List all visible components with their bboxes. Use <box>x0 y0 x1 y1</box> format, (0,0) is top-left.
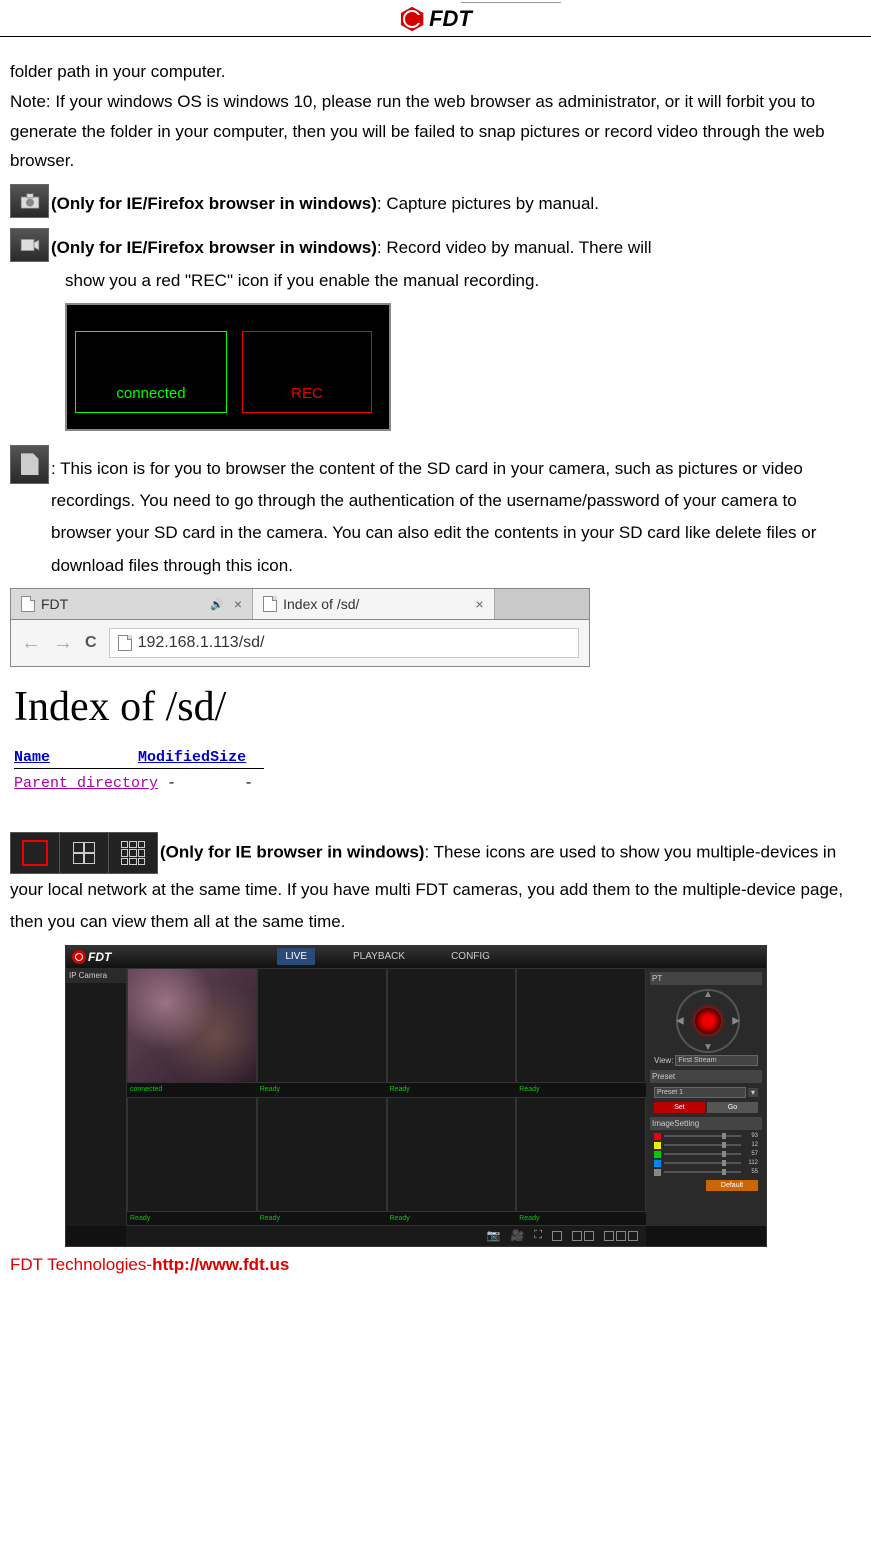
stream-select[interactable]: First Stream <box>675 1055 758 1066</box>
browser-screenshot: FDT 🔊 × Index of /sd/ × ← → C 192.168.1.… <box>10 588 590 802</box>
view-cell-4[interactable] <box>516 968 646 1083</box>
view-cell-6[interactable] <box>257 1097 387 1212</box>
logo-icon <box>399 6 425 32</box>
slider-3[interactable] <box>664 1153 741 1155</box>
app-screenshot: FDT LIVE PLAYBACK CONFIG IP Camera conne… <box>65 945 767 1247</box>
view-cell-1[interactable] <box>127 968 257 1083</box>
file-icon <box>263 596 277 612</box>
col-name[interactable]: Name <box>14 749 50 766</box>
browser-tab-1[interactable]: FDT 🔊 × <box>11 589 253 619</box>
reload-icon[interactable]: C <box>85 634 97 652</box>
status-2: Ready <box>257 1083 387 1097</box>
page-header: FDT <box>0 0 871 37</box>
status-8: Ready <box>516 1212 646 1226</box>
grid-paragraph: (Only for IE browser in windows): These … <box>10 832 861 939</box>
col-size[interactable]: Size <box>210 749 246 766</box>
forward-icon[interactable]: → <box>53 632 73 655</box>
go-button[interactable]: Go <box>707 1102 758 1113</box>
tab-config[interactable]: CONFIG <box>443 948 498 965</box>
view-cell-5[interactable] <box>127 1097 257 1212</box>
view-cell-3[interactable] <box>387 968 517 1083</box>
preset-label: Preset <box>650 1070 762 1083</box>
snap-icon[interactable]: 📷 <box>487 1229 501 1242</box>
status-4: Ready <box>516 1083 646 1097</box>
tab-playback[interactable]: PLAYBACK <box>345 948 413 965</box>
speaker-icon: 🔊 <box>210 598 224 611</box>
file-icon <box>118 635 132 651</box>
rec-box: REC <box>242 331 372 413</box>
status-3: Ready <box>387 1083 517 1097</box>
back-icon[interactable]: ← <box>21 632 41 655</box>
multiview-icons[interactable] <box>10 832 158 874</box>
tab-live[interactable]: LIVE <box>277 948 315 965</box>
pt-control[interactable]: ▲▼ ◀▶ <box>676 989 736 1049</box>
col-modified[interactable]: Modified <box>138 749 210 766</box>
status-5: Ready <box>127 1212 257 1226</box>
status-7: Ready <box>387 1212 517 1226</box>
layout-9-icon[interactable] <box>604 1231 638 1241</box>
app-logo: FDT <box>66 950 117 964</box>
status-6: Ready <box>257 1212 387 1226</box>
rec-screenshot: connected REC <box>65 303 391 431</box>
close-icon[interactable]: × <box>234 596 242 612</box>
camera-list-head: IP Camera <box>66 968 126 983</box>
layout-1-icon[interactable] <box>552 1231 562 1241</box>
view-cell-2[interactable] <box>257 968 387 1083</box>
brand-name: FDT <box>429 6 472 32</box>
record-icon[interactable] <box>10 228 49 262</box>
imagesetting-label: ImageSetting <box>650 1117 762 1130</box>
parent-dir-link[interactable]: Parent directory <box>14 775 158 792</box>
file-icon <box>21 596 35 612</box>
view-2x2-icon[interactable] <box>60 833 109 873</box>
view-1x1-icon[interactable] <box>11 833 60 873</box>
sd-text: : This icon is for you to browser the co… <box>51 453 861 582</box>
browser-tab-2[interactable]: Index of /sd/ × <box>253 589 494 619</box>
intro-line: folder path in your computer. <box>10 57 861 87</box>
view-cell-7[interactable] <box>387 1097 517 1212</box>
set-button[interactable]: Set <box>654 1102 705 1113</box>
footer-link[interactable]: http://www.fdt.us <box>152 1255 289 1274</box>
index-heading: Index of /sd/ <box>14 683 586 731</box>
capture-text: (Only for IE/Firefox browser in windows)… <box>51 188 599 220</box>
layout-4-icon[interactable] <box>572 1231 594 1241</box>
brand-logo: FDT <box>399 6 472 32</box>
slider-1[interactable] <box>664 1135 741 1137</box>
address-bar[interactable]: 192.168.1.113/sd/ <box>109 628 579 658</box>
close-icon[interactable]: × <box>475 596 483 612</box>
record-text-2: show you a red "REC" icon if you enable … <box>65 265 861 297</box>
fullscreen-icon[interactable]: ⛶ <box>534 1229 542 1242</box>
intro-note: Note: If your windows OS is windows 10, … <box>10 87 861 176</box>
connected-box: connected <box>75 331 227 413</box>
slider-4[interactable] <box>664 1162 741 1164</box>
rec-icon[interactable]: 🎥 <box>511 1229 525 1242</box>
status-1: connected <box>127 1083 257 1097</box>
record-text: (Only for IE/Firefox browser in windows)… <box>51 232 652 264</box>
capture-icon[interactable] <box>10 184 49 218</box>
slider-5[interactable] <box>664 1171 741 1173</box>
preset-select[interactable]: Preset 1 <box>654 1087 746 1098</box>
view-cell-8[interactable] <box>516 1097 646 1212</box>
footer: FDT Technologies-http://www.fdt.us <box>10 1255 861 1275</box>
sd-icon[interactable] <box>10 445 49 484</box>
pt-label: PT <box>650 972 762 985</box>
view-3x3-icon[interactable] <box>109 833 157 873</box>
slider-2[interactable] <box>664 1144 741 1146</box>
default-button[interactable]: Default <box>706 1180 758 1191</box>
